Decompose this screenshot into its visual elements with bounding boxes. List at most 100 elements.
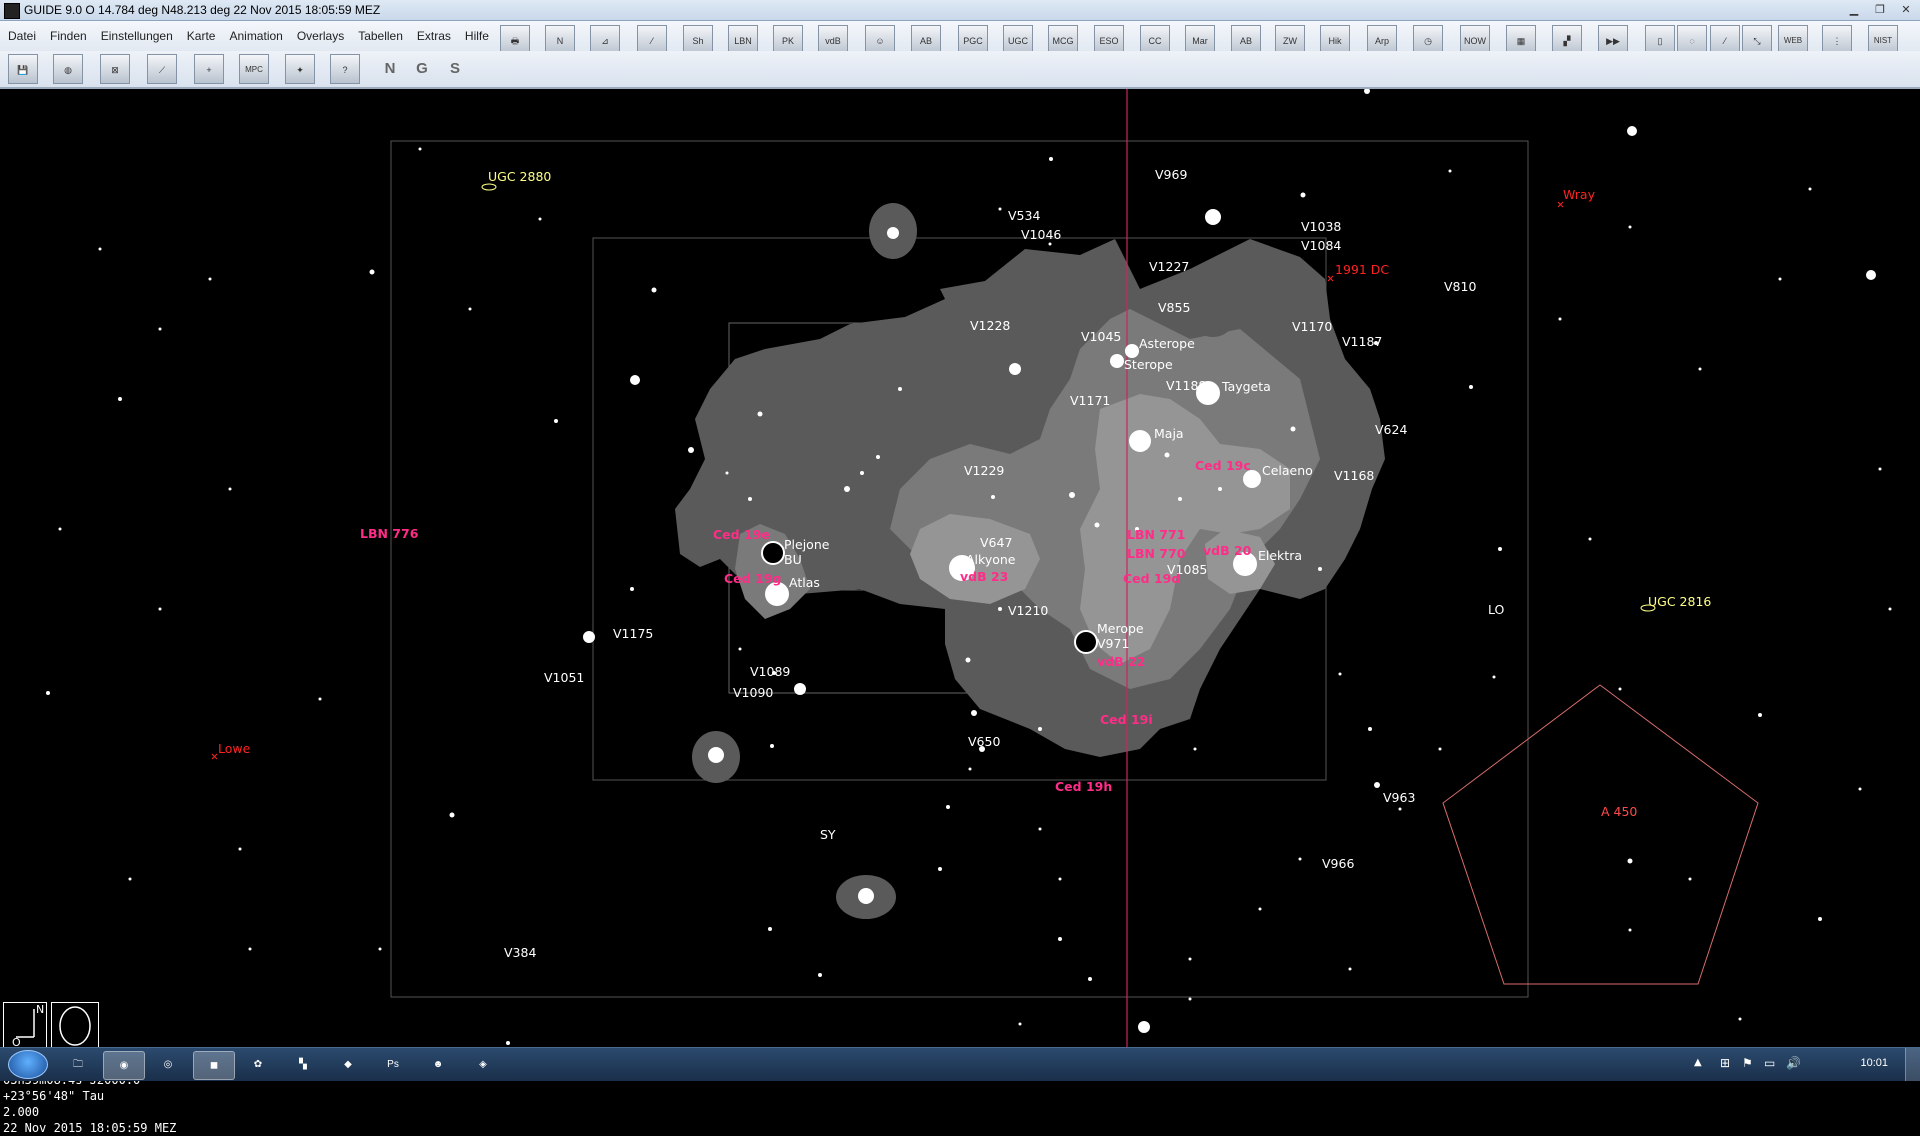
menu-item-animation[interactable]: Animation (229, 29, 282, 43)
chart-label-var[interactable]: V1168 (1334, 469, 1374, 483)
chart-label-star[interactable]: Atlas (789, 576, 820, 590)
menu-item-tabellen[interactable]: Tabellen (358, 29, 403, 43)
chart-label-var[interactable]: V1227 (1149, 260, 1189, 274)
chart-label-var[interactable]: V969 (1155, 168, 1187, 182)
globe-icon[interactable]: ◍ (53, 54, 83, 84)
app5-icon[interactable]: ✿ (238, 1051, 278, 1078)
help-icon[interactable]: ? (330, 54, 360, 84)
chart-label-var[interactable]: V1175 (613, 627, 653, 641)
menu-item-datei[interactable]: Datei (8, 29, 36, 43)
chart-label-star[interactable]: Taygeta (1222, 380, 1271, 394)
chart-label-var[interactable]: SY (820, 828, 836, 842)
menu-item-hilfe[interactable]: Hilfe (465, 29, 489, 43)
chart-label-var[interactable]: V1045 (1081, 330, 1121, 344)
star-icon[interactable]: ✦ (285, 54, 315, 84)
chart-label-var[interactable]: V1170 (1292, 320, 1332, 334)
chart-label-var[interactable]: V810 (1444, 280, 1476, 294)
app6-icon[interactable]: ▚ (283, 1051, 323, 1078)
chart-label-star[interactable]: BU (784, 553, 802, 567)
network-icon[interactable]: ▭ (1764, 1056, 1775, 1070)
chart-label-neb[interactable]: LBN 770 (1127, 547, 1185, 561)
chart-label-star[interactable]: Asterope (1139, 337, 1195, 351)
clock[interactable]: 10:01 (1860, 1057, 1888, 1069)
chart-label-neb[interactable]: LBN 776 (360, 527, 418, 541)
mpc-icon[interactable]: MPC (239, 54, 269, 84)
app7-icon[interactable]: ◆ (328, 1051, 368, 1078)
chart-label-var[interactable]: V1228 (970, 319, 1010, 333)
menu-item-karte[interactable]: Karte (187, 29, 216, 43)
chart-label-star[interactable]: Celaeno (1262, 464, 1313, 478)
chart-label-gal[interactable]: UGC 2816 (1648, 595, 1711, 609)
zoom-plus-icon[interactable]: + (194, 54, 224, 84)
g-icon[interactable]: G (407, 54, 437, 84)
app9-icon[interactable]: ☻ (418, 1051, 458, 1078)
chart-label-var[interactable]: V966 (1322, 857, 1354, 871)
sky-chart[interactable]: UGC 2880 V969 V534 V1046 V1038 V1084 Wray 1991 … (0, 89, 1920, 1135)
media-player-icon[interactable]: ◉ (103, 1051, 145, 1080)
volume-icon[interactable]: 🔊 (1786, 1056, 1801, 1070)
start-button[interactable] (8, 1050, 48, 1079)
chart-label-var[interactable]: V1084 (1301, 239, 1341, 253)
chart-label-neb[interactable]: Ced 19e (713, 528, 770, 542)
chart-label-ast[interactable]: Wray (1563, 188, 1595, 202)
chart-label-pn[interactable]: A 450 (1601, 805, 1637, 819)
chart-label-var[interactable]: V647 (980, 536, 1012, 550)
chart-label-gal[interactable]: UGC 2880 (488, 170, 551, 184)
chart-label-star[interactable]: Elektra (1258, 549, 1302, 563)
action-center-icon[interactable]: ⚑ (1742, 1056, 1753, 1070)
show-desktop-button[interactable] (1905, 1048, 1920, 1081)
chart-label-ast[interactable]: 1991 DC (1335, 263, 1389, 277)
chart-label-var[interactable]: V1051 (544, 671, 584, 685)
chart-label-star[interactable]: Alkyone (966, 553, 1015, 567)
n-icon[interactable]: N (375, 54, 405, 84)
chart-label-var[interactable]: V1171 (1070, 394, 1110, 408)
chart-label-star[interactable]: Sterope (1124, 358, 1173, 372)
menu-item-overlays[interactable]: Overlays (297, 29, 344, 43)
chart-label-neb[interactable]: Ced 19d (1123, 572, 1180, 586)
chart-label-var[interactable]: V963 (1383, 791, 1415, 805)
menu-item-extras[interactable]: Extras (417, 29, 451, 43)
chart-label-var[interactable]: V1089 (750, 665, 790, 679)
close-button[interactable]: ✕ (1896, 2, 1916, 17)
chart-label-star[interactable]: Maja (1154, 427, 1184, 441)
chart-label-var[interactable]: V624 (1375, 423, 1407, 437)
menu-item-finden[interactable]: Finden (50, 29, 87, 43)
menu-item-einstellungen[interactable]: Einstellungen (101, 29, 173, 43)
maximize-button[interactable]: ❐ (1870, 2, 1890, 17)
chart-label-neb[interactable]: Ced 19h (1055, 780, 1112, 794)
chart-label-var[interactable]: V384 (504, 946, 536, 960)
chart-label-var[interactable]: V1046 (1021, 228, 1061, 242)
chart-label-var[interactable]: V1038 (1301, 220, 1341, 234)
telescope-icon[interactable]: ⟋ (147, 54, 177, 84)
tray-expand-icon[interactable]: ▲ (1694, 1057, 1702, 1068)
chart-label-ast[interactable]: Lowe (218, 742, 250, 756)
chart-label-var[interactable]: LO (1488, 603, 1504, 617)
chart-label-var[interactable]: V1210 (1008, 604, 1048, 618)
chart-label-star[interactable]: Plejone (784, 538, 829, 552)
chart-label-var[interactable]: V1090 (733, 686, 773, 700)
guide-app-icon[interactable]: ◼ (193, 1051, 235, 1080)
chart-label-neb[interactable]: Ced 19g (724, 572, 781, 586)
chart-label-neb[interactable]: Ced 19i (1100, 713, 1153, 727)
x-icon[interactable]: ⊠ (100, 54, 130, 84)
chart-label-var[interactable]: V1188 (1166, 379, 1206, 393)
chart-label-var[interactable]: V650 (968, 735, 1000, 749)
minimize-button[interactable]: ▁ (1844, 2, 1864, 17)
chrome-icon[interactable]: ◎ (148, 1051, 188, 1078)
s-icon[interactable]: S (440, 54, 470, 84)
chart-label-star[interactable]: Merope (1097, 622, 1144, 636)
chart-label-neb[interactable]: vdB 22 (1097, 655, 1145, 669)
photoshop-icon[interactable]: Ps (373, 1051, 413, 1078)
chart-label-neb[interactable]: LBN 771 (1127, 528, 1185, 542)
chart-label-var[interactable]: V534 (1008, 209, 1040, 223)
app10-icon[interactable]: ◈ (463, 1051, 503, 1078)
save-icon[interactable]: 💾 (8, 54, 38, 84)
chart-label-var[interactable]: V971 (1097, 637, 1129, 651)
chart-label-neb[interactable]: vdB 23 (960, 570, 1008, 584)
chart-label-neb[interactable]: Ced 19c (1195, 459, 1251, 473)
explorer-icon[interactable]: 🗀 (58, 1051, 98, 1078)
chart-label-var[interactable]: V1187 (1342, 335, 1382, 349)
sky-chart-graphics[interactable] (0, 89, 1920, 1047)
chart-label-var[interactable]: V855 (1158, 301, 1190, 315)
chart-label-neb[interactable]: vdB 20 (1203, 544, 1251, 558)
